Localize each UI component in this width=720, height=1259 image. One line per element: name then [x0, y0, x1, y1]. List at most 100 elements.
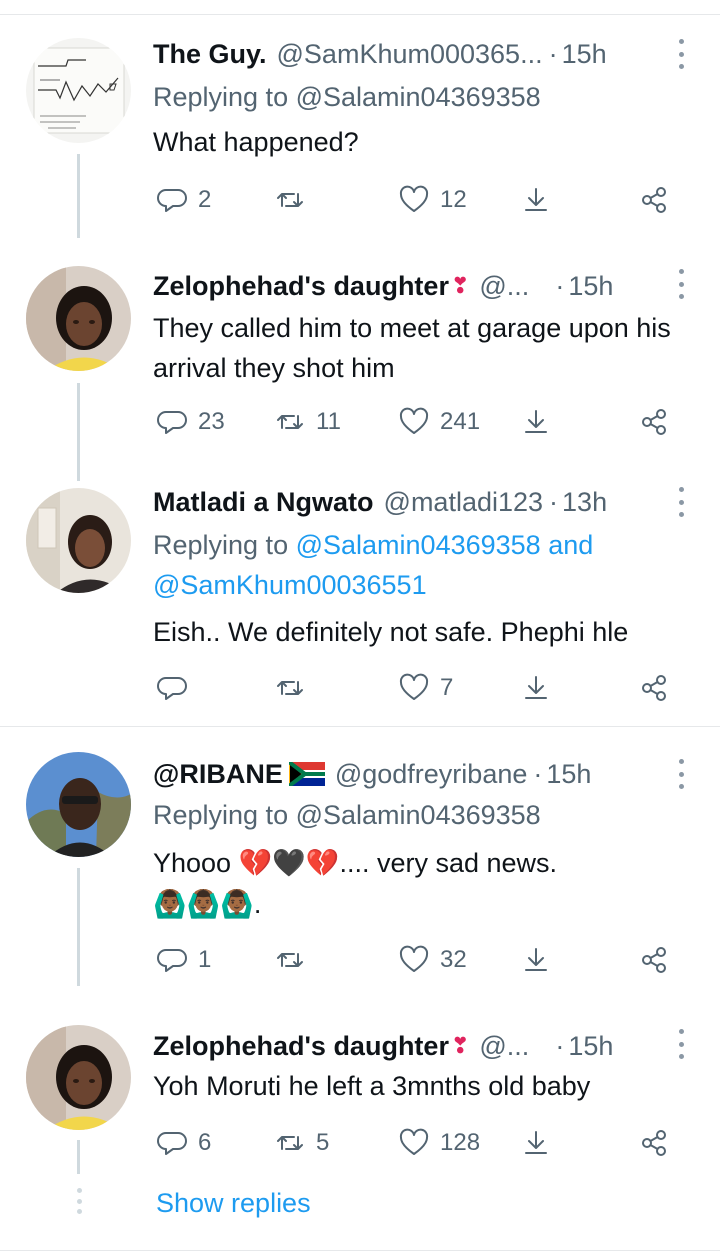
user-handle[interactable]: @godfreyribane — [335, 759, 528, 790]
heart-exclamation-emoji: ❣ — [450, 1033, 470, 1058]
timestamp[interactable]: 15h — [568, 1031, 613, 1062]
like-button[interactable]: 32 — [398, 940, 467, 980]
avatar-image — [26, 266, 131, 371]
display-name[interactable]: Matladi a Ngwato — [153, 487, 374, 518]
share-icon — [525, 1131, 547, 1154]
reply-button[interactable]: 6 — [156, 1123, 211, 1163]
more-icon[interactable] — [674, 487, 688, 517]
separator: · — [549, 486, 559, 517]
thread-line — [77, 1140, 80, 1174]
network-share-icon — [642, 675, 666, 701]
user-handle[interactable]: @matladi123 — [384, 487, 544, 518]
heart-exclamation-emoji: ❣ — [450, 273, 470, 298]
share-menu-button[interactable] — [638, 940, 670, 980]
like-button[interactable]: 7 — [398, 668, 453, 708]
share-button[interactable] — [520, 402, 552, 442]
more-icon[interactable] — [674, 759, 688, 789]
retweet-icon — [277, 1136, 303, 1150]
reply-count: 6 — [198, 1129, 212, 1156]
network-share-icon — [642, 409, 666, 435]
user-handle[interactable]: @SamKhum000365... — [277, 39, 543, 70]
replying-to: Replying to @Salamin04369358 — [153, 82, 541, 113]
retweet-button[interactable] — [274, 940, 316, 980]
avatar-zelophehad[interactable] — [26, 1025, 131, 1130]
retweet-icon — [277, 953, 303, 967]
tweet-header: Zelophehad's daughter ❣ @... · 15h — [153, 1028, 613, 1064]
reply-icon — [157, 1132, 187, 1155]
timestamp[interactable]: 15h — [546, 759, 591, 790]
reply-icon — [157, 411, 187, 434]
reply-icon — [157, 949, 187, 972]
share-menu-button[interactable] — [638, 1123, 670, 1163]
separator: · — [548, 38, 558, 69]
replying-mention[interactable]: @Salamin04369358 — [296, 82, 541, 112]
avatar-zelophehad[interactable] — [26, 266, 131, 371]
display-name[interactable]: The Guy. — [153, 39, 267, 70]
thread-continue-dots — [76, 1188, 82, 1214]
retweet-button[interactable] — [274, 180, 316, 220]
thread-line — [77, 154, 80, 238]
more-icon[interactable] — [674, 1029, 688, 1059]
tweet-divider — [0, 726, 720, 727]
retweet-icon — [277, 681, 303, 695]
reply-count: 1 — [198, 946, 212, 973]
like-button[interactable]: 128 — [398, 1123, 480, 1163]
avatar-the-guy[interactable] — [26, 38, 131, 143]
tweet-text: Eish.. We definitely not safe. Phephi hl… — [153, 617, 629, 647]
display-name[interactable]: @RIBANE — [153, 759, 283, 790]
share-button[interactable] — [520, 940, 552, 980]
share-button[interactable] — [520, 1123, 552, 1163]
replying-to-line-2: @SamKhum00036551 — [153, 570, 427, 601]
show-replies-link[interactable]: Show replies — [156, 1188, 311, 1219]
display-name[interactable]: Zelophehad's daughter — [153, 1031, 449, 1062]
replying-to: Replying to @Salamin04369358 — [153, 800, 541, 831]
tweet-text: Yoh Moruti he left a 3mnths old baby — [153, 1071, 591, 1101]
tweet-header: The Guy. @SamKhum000365... · 15h — [153, 36, 607, 72]
reply-button[interactable]: 2 — [156, 180, 211, 220]
thread-line — [77, 868, 80, 986]
display-name[interactable]: Zelophehad's daughter — [153, 271, 449, 302]
retweet-count: 5 — [316, 1129, 330, 1156]
replying-mention[interactable]: @Salamin04369358 — [296, 800, 541, 830]
retweet-button[interactable] — [274, 668, 316, 708]
avatar-image — [26, 488, 131, 593]
replying-to: Replying to @Salamin04369358 and — [153, 530, 593, 561]
share-button[interactable] — [520, 180, 552, 220]
heart-icon — [399, 1128, 429, 1155]
replying-mention-2[interactable]: @SamKhum00036551 — [153, 570, 427, 600]
network-share-icon — [642, 947, 666, 973]
reply-button[interactable]: 23 — [156, 402, 225, 442]
timestamp[interactable]: 15h — [568, 271, 613, 302]
retweet-button[interactable]: 11 — [274, 402, 341, 442]
share-button[interactable] — [520, 668, 552, 708]
timestamp[interactable]: 15h — [562, 39, 607, 70]
tweet-text: What happened? — [153, 127, 359, 157]
avatar-matladi[interactable] — [26, 488, 131, 593]
text-suffix: .... very sad news. — [339, 848, 558, 878]
heart-icon — [399, 945, 429, 972]
like-button[interactable]: 241 — [398, 402, 480, 442]
share-menu-button[interactable] — [638, 402, 670, 442]
reply-button[interactable] — [156, 668, 198, 708]
share-menu-button[interactable] — [638, 180, 670, 220]
top-divider — [0, 14, 720, 15]
more-icon[interactable] — [674, 269, 688, 299]
retweet-button[interactable]: 5 — [274, 1123, 329, 1163]
replying-mention[interactable]: @Salamin04369358 — [296, 530, 541, 560]
like-count: 32 — [440, 946, 467, 973]
avatar-ribane[interactable] — [26, 752, 131, 857]
user-handle[interactable]: @... — [479, 1031, 529, 1062]
reply-button[interactable]: 1 — [156, 940, 211, 980]
more-icon[interactable] — [674, 39, 688, 69]
user-handle[interactable]: @... — [479, 271, 529, 302]
avatar-image — [26, 38, 131, 143]
tweet-actions: 2 12 — [150, 180, 690, 220]
network-share-icon — [642, 187, 666, 213]
reply-count: 2 — [198, 186, 212, 213]
timestamp[interactable]: 13h — [562, 487, 607, 518]
thread-line — [77, 383, 80, 481]
like-button[interactable]: 12 — [398, 180, 467, 220]
broken-heart-emojis: 💔🖤💔 — [238, 848, 340, 879]
share-menu-button[interactable] — [638, 668, 670, 708]
text-prefix: Yhooo — [153, 848, 239, 878]
